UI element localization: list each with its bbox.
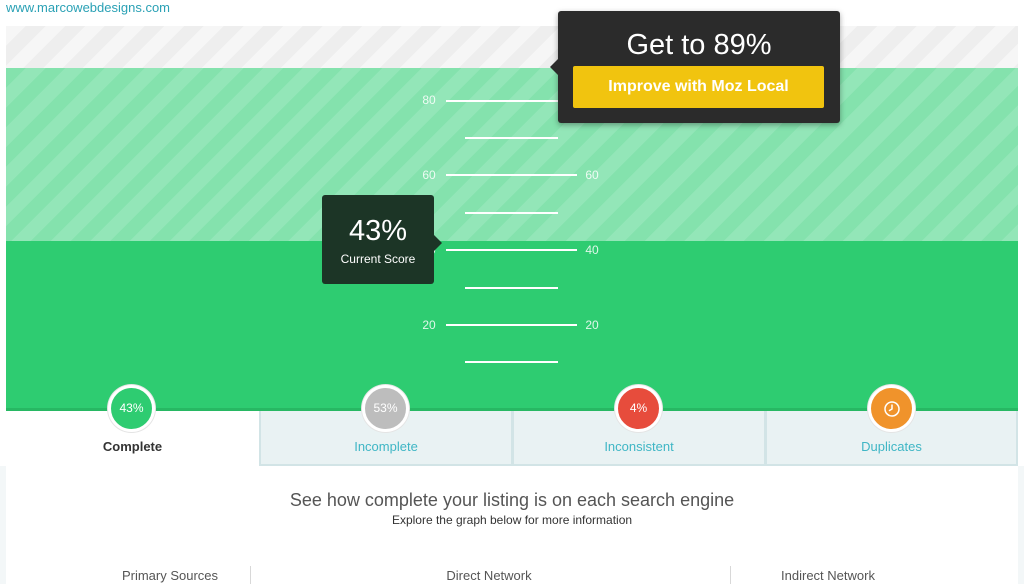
current-score-value: 43% [348,215,408,247]
tick-label-right: 20 [585,318,599,332]
site-url-link[interactable]: www.marcowebdesigns.com [6,0,170,15]
tick-label-right: 60 [585,168,599,182]
tick-line-minor [465,212,558,214]
goal-title: Get to 89% [626,29,772,61]
complete-badge: 43% [108,385,155,432]
status-tabs: Complete Incomplete Inconsistent Duplica… [6,411,1018,466]
tick-label-left: 60 [422,168,436,182]
network-direct: Direct Network [446,568,532,583]
tick-line-major [446,174,577,176]
score-tooltip-arrow [434,235,442,251]
tab-label: Duplicates [861,439,922,454]
tick-line-major [446,249,577,251]
section-subline: Explore the graph below for more informa… [391,513,633,527]
improve-button[interactable]: Improve with Moz Local [573,66,824,108]
incomplete-badge: 53% [362,385,409,432]
clock-icon [883,401,900,417]
chart-current-area [6,241,1018,411]
section-headline: See how complete your listing is on each… [289,490,735,510]
current-score-tooltip: 43% Current Score [322,195,442,284]
current-score-label: Current Score [340,252,416,266]
goal-tooltip: Get to 89% Improve with Moz Local [550,11,840,123]
network-columns: Primary Sources Direct Network Indirect … [6,560,1018,584]
tab-label: Incomplete [354,439,418,454]
tick-line-minor [465,361,558,363]
duplicates-badge [868,385,915,432]
network-primary-sources: Primary Sources [121,568,219,583]
goal-tooltip-arrow [550,59,558,75]
tick-line-minor [465,287,558,289]
network-indirect: Indirect Network [781,568,875,583]
tick-label-left: 80 [422,93,436,107]
tab-label: Inconsistent [604,439,674,454]
chart-top-strip [6,26,1018,68]
tick-line-major [446,324,577,326]
tick-label-left: 20 [422,318,436,332]
tick-label-right: 40 [585,243,599,257]
network-divider [250,566,251,584]
inconsistent-badge: 4% [615,385,662,432]
score-chart: 80 60 60 40 40 20 20 [6,68,1018,411]
chart-potential-area [6,68,1018,241]
tick-line-minor [465,137,558,139]
tab-label: Complete [102,439,163,454]
